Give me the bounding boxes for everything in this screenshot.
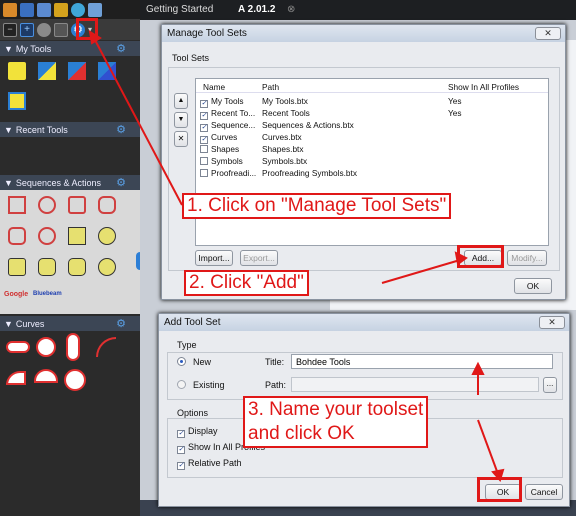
arrowhead <box>491 468 505 483</box>
step1-annotation: 1. Click on "Manage Tool Sets" <box>182 193 452 219</box>
arrowhead <box>471 361 485 375</box>
step3-line1: 3. Name your toolset <box>248 399 424 420</box>
step3-annotation: 3. Name your toolset and click OK <box>243 396 429 448</box>
arrow-to-ok <box>477 419 499 475</box>
arrow-to-add <box>381 259 461 284</box>
step2-annotation: 2. Click "Add" <box>184 270 309 296</box>
arrowhead <box>454 251 468 266</box>
arrow-to-gear <box>94 39 183 206</box>
step3-line2: and click OK <box>248 423 355 444</box>
arrowhead <box>88 30 102 45</box>
